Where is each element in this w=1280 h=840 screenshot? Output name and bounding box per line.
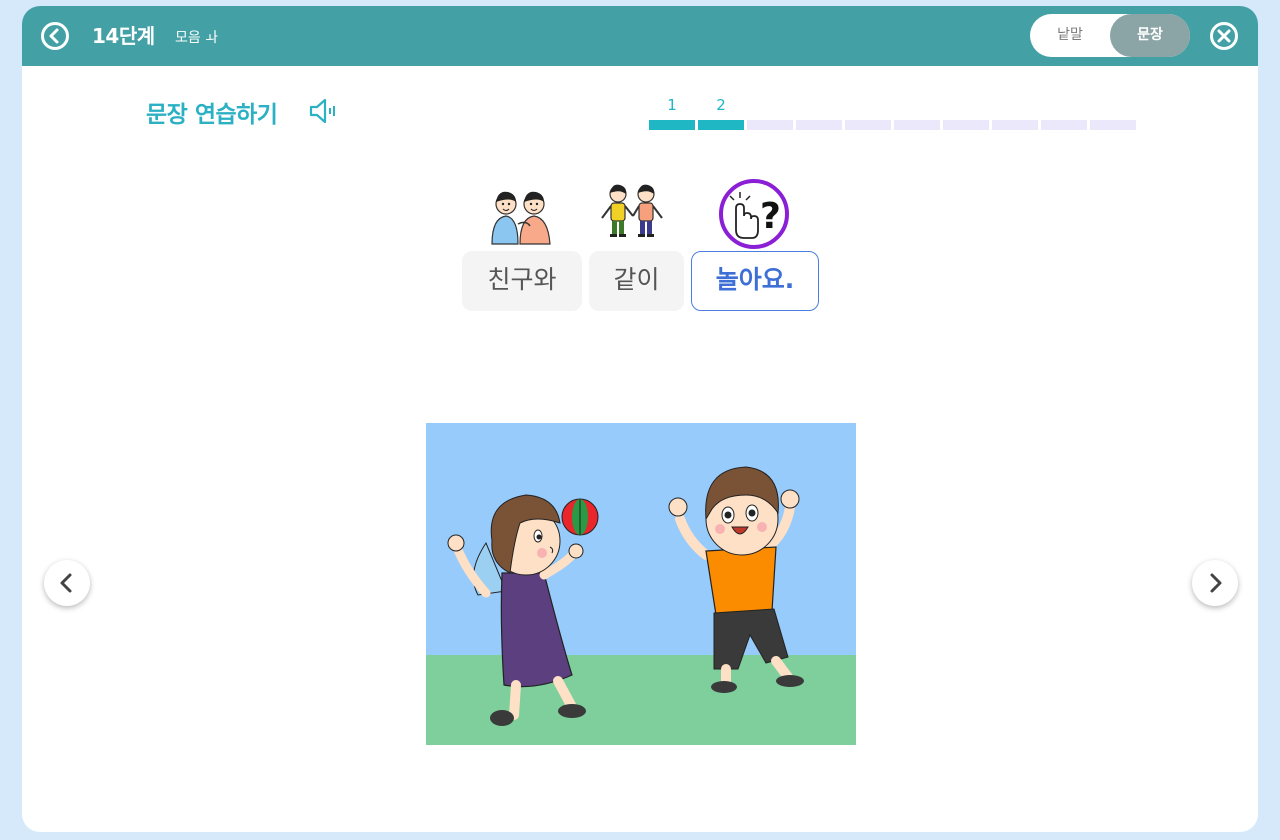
tap-question-icon: ? bbox=[719, 179, 789, 249]
close-icon[interactable] bbox=[1209, 21, 1239, 51]
children-playing-ball-illustration bbox=[426, 423, 856, 745]
progress-segment bbox=[1090, 120, 1136, 130]
speaker-icon[interactable] bbox=[307, 96, 341, 126]
progress-segment bbox=[747, 120, 793, 130]
progress-segment bbox=[992, 120, 1038, 130]
main-card: 14단계 모음 ㅘ 낱말 문장 문장 연습하기 1 2 ? 친구와 같이 놀아요… bbox=[22, 6, 1258, 832]
progress-bar: 1 2 bbox=[649, 96, 1137, 134]
word-chip-friend[interactable]: 친구와 bbox=[462, 251, 582, 311]
previous-button[interactable] bbox=[44, 560, 90, 606]
header-bar: 14단계 모음 ㅘ 낱말 문장 bbox=[22, 6, 1258, 66]
next-button[interactable] bbox=[1192, 560, 1238, 606]
back-icon[interactable] bbox=[40, 21, 70, 51]
chevron-right-icon bbox=[1210, 573, 1222, 593]
toggle-word-option[interactable]: 낱말 bbox=[1030, 14, 1110, 57]
progress-step-label: 1 bbox=[667, 96, 677, 114]
together-icon bbox=[601, 184, 663, 237]
progress-step-label: 2 bbox=[716, 96, 726, 114]
progress-segment bbox=[943, 120, 989, 130]
level-title: 14단계 bbox=[92, 24, 155, 48]
svg-text:?: ? bbox=[760, 196, 781, 237]
progress-segment bbox=[1041, 120, 1087, 130]
progress-segment bbox=[894, 120, 940, 130]
toggle-sentence-option[interactable]: 문장 bbox=[1110, 14, 1190, 57]
level-subtitle: 모음 ㅘ bbox=[175, 30, 219, 46]
page-title: 문장 연습하기 bbox=[146, 102, 278, 128]
friends-icon bbox=[491, 191, 551, 245]
progress-segment bbox=[698, 120, 744, 130]
word-chip-together[interactable]: 같이 bbox=[589, 251, 684, 311]
mode-toggle: 낱말 문장 bbox=[1030, 14, 1190, 57]
progress-segment bbox=[649, 120, 695, 130]
progress-segment bbox=[845, 120, 891, 130]
chevron-left-icon bbox=[60, 573, 72, 593]
progress-segment bbox=[796, 120, 842, 130]
word-chip-play[interactable]: 놀아요. bbox=[691, 251, 819, 311]
